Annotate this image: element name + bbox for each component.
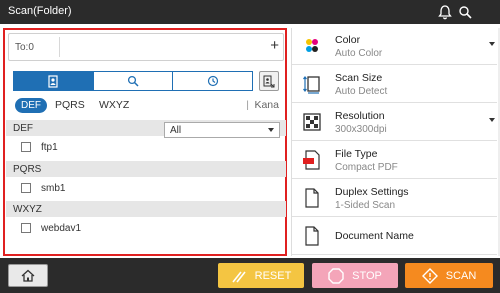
destination-panel: To:0 + DEF PQRS WXYZ | Kana DEF All ftp1… [3,28,287,256]
pdf-file-icon [303,150,320,170]
setting-value: Compact PDF [335,162,398,173]
item-label: ftp1 [41,142,58,153]
search-icon[interactable] [458,4,472,20]
tab-address-book[interactable] [14,72,94,90]
color-icon [306,39,318,52]
chevron-down-icon [489,42,495,46]
index-bar: DEF PQRS WXYZ | Kana [13,98,283,114]
setting-value: Auto Color [335,48,383,59]
document-icon [305,226,319,246]
index-separator: | [246,99,249,111]
setting-name: Document Name [335,230,414,242]
setting-name: File Type [335,148,378,160]
tab-history[interactable] [173,72,253,90]
bottom-bar: RESET STOP SCAN [0,258,500,293]
stop-icon [328,267,344,284]
setting-scan-size[interactable]: Scan Size Auto Detect [292,66,497,103]
setting-value: 1-Sided Scan [335,200,396,211]
address-detail-icon [263,75,275,87]
start-icon [421,267,438,284]
duplex-icon [305,188,319,208]
item-checkbox[interactable] [21,223,31,233]
item-checkbox[interactable] [21,142,31,152]
reset-button[interactable]: RESET [218,263,304,288]
index-kana[interactable]: Kana [254,99,279,111]
item-label: webdav1 [41,223,82,234]
title-bar: Scan(Folder) [0,0,500,24]
item-checkbox[interactable] [21,183,31,193]
address-book-icon [48,74,58,88]
destination-field[interactable]: To:0 + [8,33,284,61]
chevron-down-icon [489,118,495,122]
item-label: smb1 [41,183,66,194]
chevron-down-icon [268,128,274,132]
setting-resolution[interactable]: Resolution 300x300dpi [292,104,497,141]
address-list-button[interactable] [259,71,279,91]
search-icon [127,75,139,87]
setting-name: Color [335,34,361,46]
window-title: Scan(Folder) [8,5,72,17]
index-wxyz[interactable]: WXYZ [99,99,129,111]
reset-label: RESET [254,269,292,282]
resolution-icon [303,113,321,131]
home-button[interactable] [8,264,48,287]
setting-document-name[interactable]: Document Name [292,218,497,255]
reset-icon [232,271,246,282]
setting-name: Scan Size [335,72,383,84]
divider [59,37,60,57]
scan-size-icon [303,76,320,94]
add-destination-button[interactable]: + [270,37,279,54]
index-def[interactable]: DEF [15,98,47,113]
stop-button[interactable]: STOP [312,263,398,288]
scan-label: SCAN [445,269,477,282]
filter-dropdown[interactable]: All [164,122,280,138]
setting-duplex[interactable]: Duplex Settings 1-Sided Scan [292,180,497,217]
settings-panel: Color Auto Color Scan Size Auto Detect R… [291,28,500,256]
setting-name: Resolution [335,110,385,122]
group-header-pqrs: PQRS [6,161,286,177]
destination-count: To:0 [15,42,34,53]
scan-button[interactable]: SCAN [405,263,493,288]
setting-value: Auto Detect [335,86,388,97]
tab-search[interactable] [93,72,174,90]
home-icon [21,269,35,282]
index-pqrs[interactable]: PQRS [55,99,85,111]
bell-icon[interactable] [438,4,452,20]
lookup-tabs [13,71,253,91]
setting-color[interactable]: Color Auto Color [292,28,497,65]
setting-file-type[interactable]: File Type Compact PDF [292,142,497,179]
setting-value: 300x300dpi [335,124,387,135]
history-icon [207,75,218,87]
group-header-wxyz: WXYZ [6,201,286,217]
stop-label: STOP [352,269,382,282]
filter-selected: All [170,125,182,136]
setting-name: Duplex Settings [335,186,409,198]
